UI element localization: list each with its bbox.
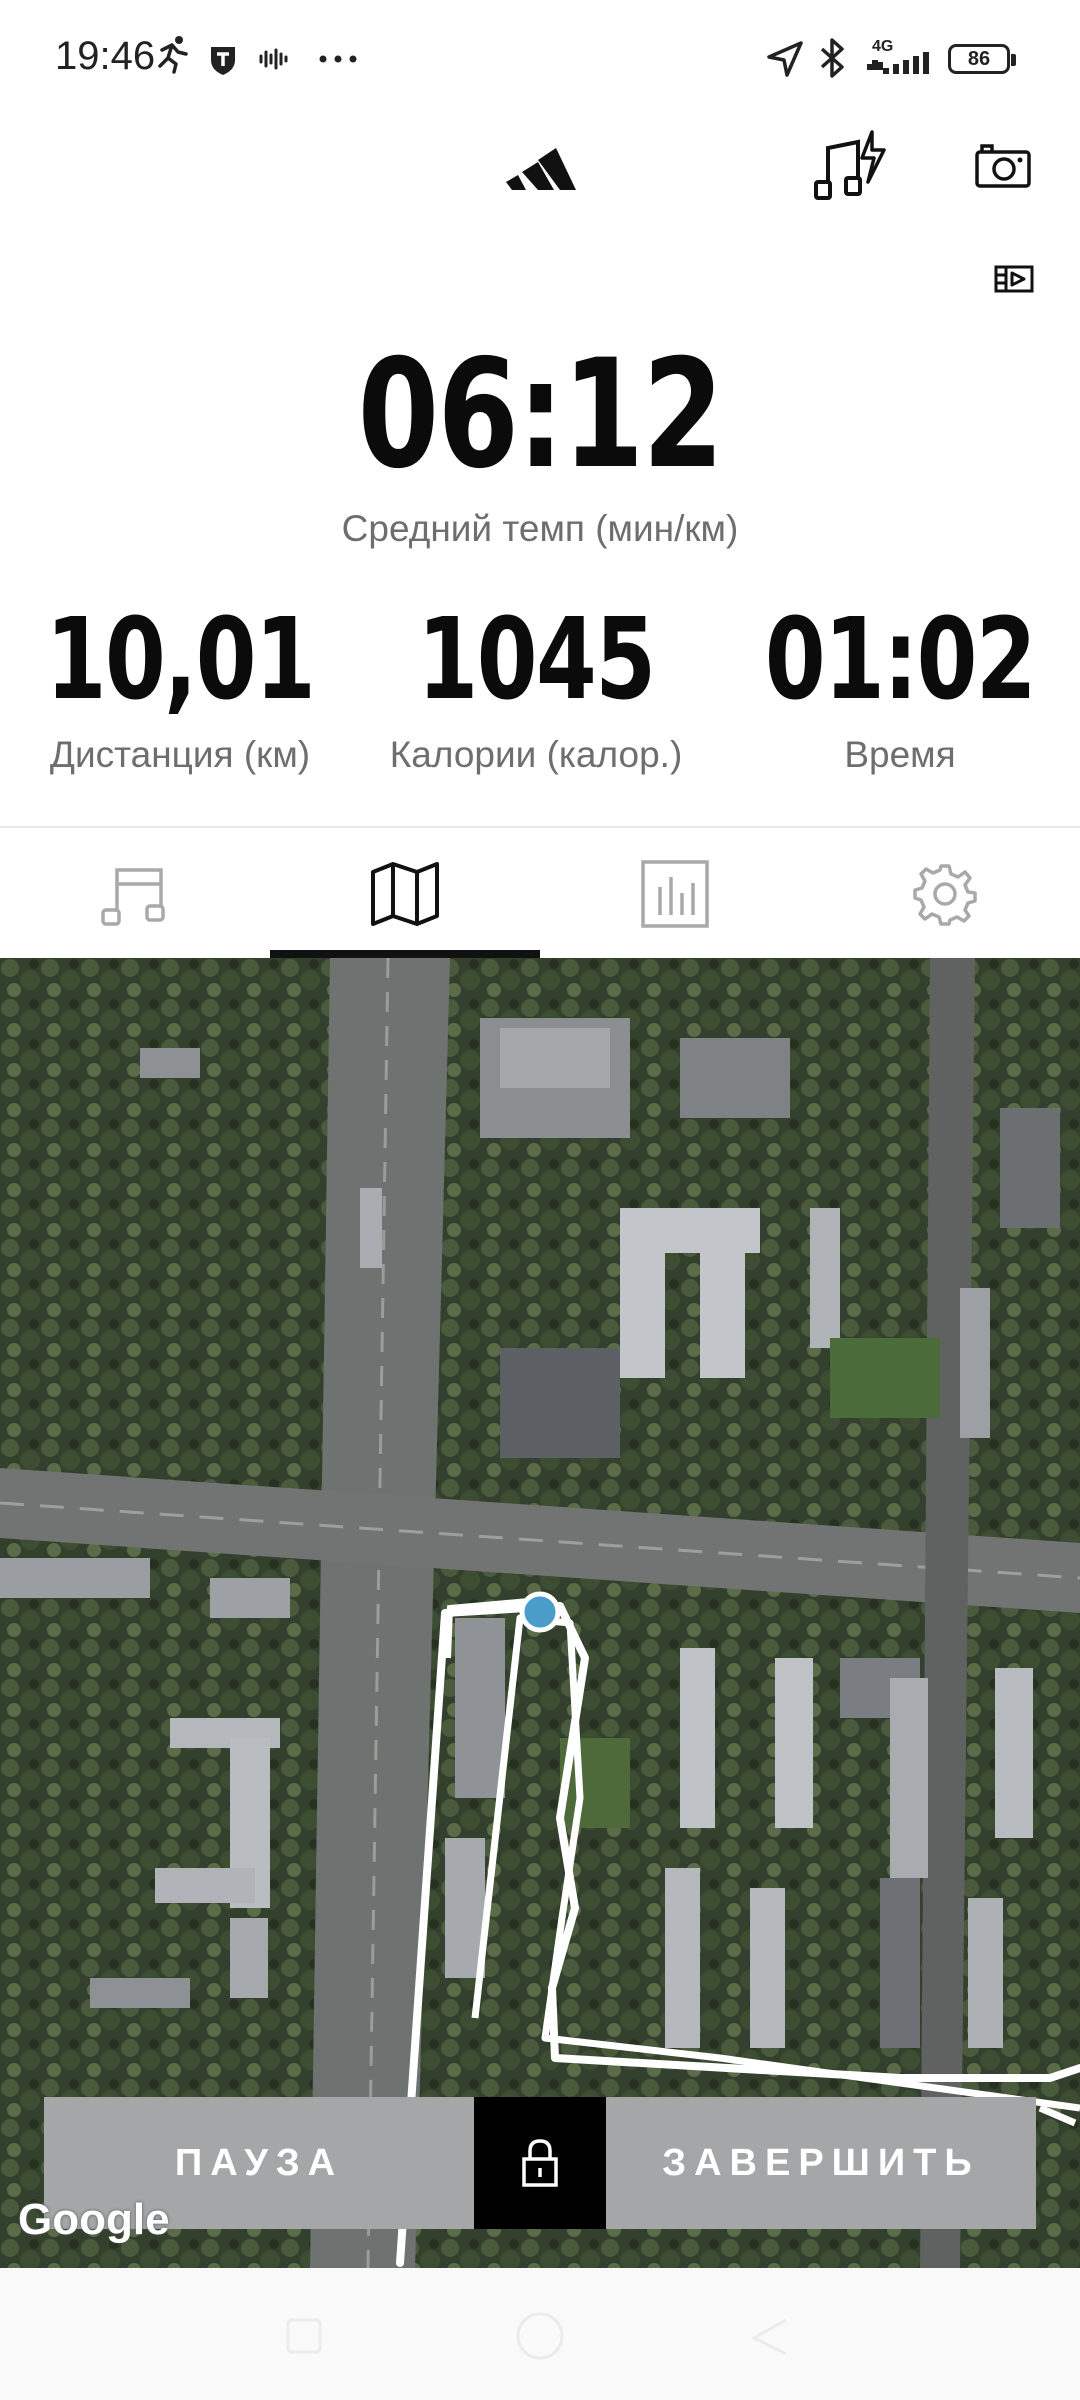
calories-metric: 1045 Калории (калор.) [356, 600, 716, 776]
status-bar: 19:46 4G 86 [0, 0, 1080, 120]
tabs-divider [0, 826, 1080, 828]
chart-icon [641, 860, 709, 928]
lock-icon [522, 2139, 558, 2187]
distance-value: 10,01 [45, 595, 316, 725]
battery-icon: 86 [948, 44, 1016, 74]
location-icon [767, 41, 803, 77]
avg-pace-value: 06:12 [357, 328, 724, 502]
camera-icon[interactable] [974, 142, 1032, 190]
time-metric: 01:02 Время [720, 600, 1080, 776]
shield-icon [211, 47, 235, 75]
calories-label: Калории (калор.) [389, 734, 683, 775]
tab-map[interactable] [270, 830, 540, 958]
route-map[interactable] [0, 958, 1080, 2268]
recent-apps-icon[interactable] [284, 2316, 324, 2356]
time-value: 01:02 [764, 595, 1037, 725]
video-toggle-icon[interactable] [994, 264, 1034, 294]
distance-metric: 10,01 Дистанция (км) [0, 600, 360, 776]
signal-icon [867, 52, 929, 74]
tab-statistics[interactable] [540, 830, 810, 958]
active-tab-indicator [270, 950, 540, 958]
tab-settings[interactable] [810, 830, 1080, 958]
distance-label: Дистанция (км) [49, 734, 311, 775]
music-icon [101, 868, 165, 926]
gear-icon [913, 864, 977, 926]
bluetooth-icon [820, 38, 844, 78]
map-attribution: Google [18, 2195, 170, 2244]
satellite-map [0, 958, 1080, 2268]
system-nav-bar [0, 2268, 1080, 2400]
adidas-logo [506, 148, 576, 190]
more-dots-icon [319, 55, 357, 63]
calories-value: 1045 [417, 595, 656, 725]
workout-controls: ПАУЗА ЗАВЕРШИТЬ [44, 2097, 1036, 2229]
map-icon [371, 862, 439, 926]
lock-button[interactable] [474, 2097, 606, 2229]
time-label: Время [844, 734, 956, 775]
running-icon [158, 36, 188, 74]
music-power-icon[interactable] [812, 128, 888, 204]
voice-icon [259, 48, 288, 70]
status-time: 19:46 [55, 34, 156, 78]
avg-pace-block: 06:12 [0, 335, 1080, 495]
current-location-dot [519, 1591, 561, 1633]
avg-pace-label: Средний темп (мин/км) [341, 508, 739, 549]
tab-music[interactable] [0, 830, 270, 958]
home-icon[interactable] [514, 2310, 566, 2362]
finish-button[interactable]: ЗАВЕРШИТЬ [606, 2097, 1036, 2229]
back-icon[interactable] [748, 2314, 792, 2358]
